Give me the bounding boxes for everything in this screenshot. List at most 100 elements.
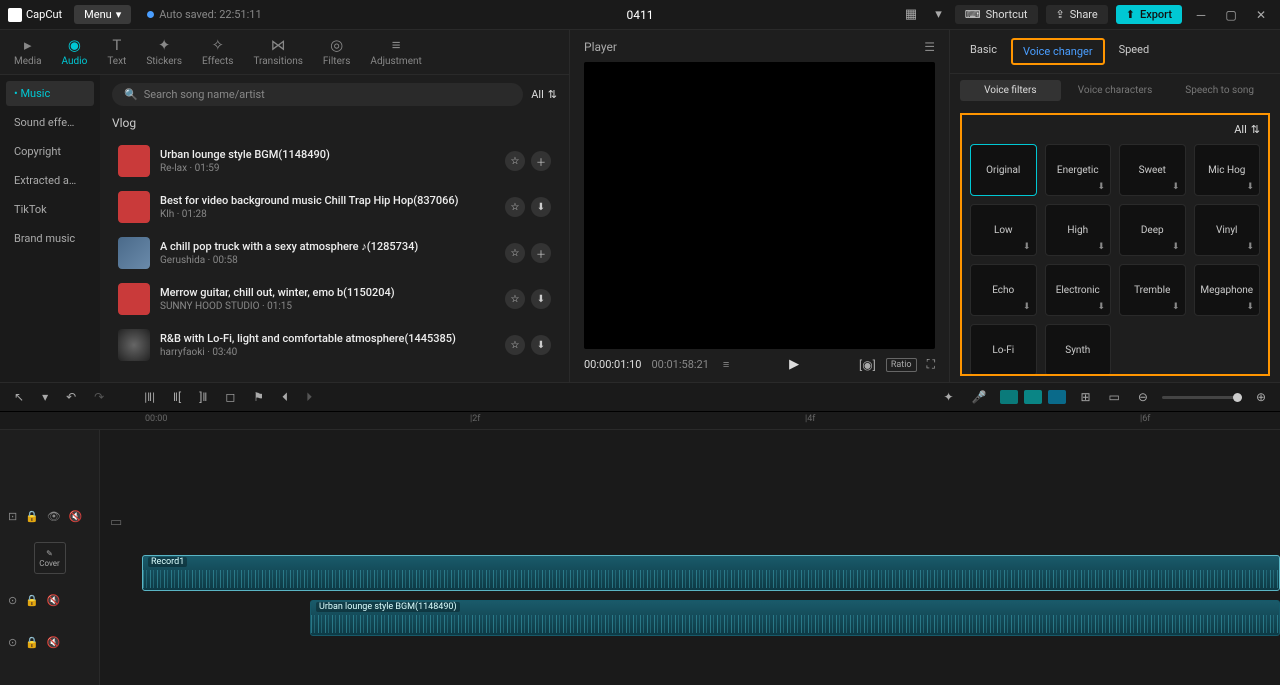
nav-tab-media[interactable]: ▸Media [8, 35, 48, 70]
zoom-out-button[interactable]: ⊖ [1134, 388, 1152, 406]
player-preview[interactable] [584, 62, 935, 349]
voice-mic-hog[interactable]: Mic Hog⬇ [1194, 144, 1261, 196]
close-button[interactable]: ✕ [1250, 4, 1272, 26]
song-item[interactable]: A chill pop truck with a sexy atmosphere… [112, 230, 557, 276]
flag-tool[interactable]: ⏴ [278, 388, 292, 407]
split-right-tool[interactable]: ]‖ [195, 388, 211, 406]
menu-button[interactable]: Menu ▾ [74, 5, 131, 24]
voice-vinyl[interactable]: Vinyl⬇ [1194, 204, 1261, 256]
align-tool[interactable]: ⊞ [1076, 388, 1094, 406]
tracks-area[interactable]: ▭ Record1 Urban lounge style BGM(1148490… [100, 430, 1280, 685]
tab-basic[interactable]: Basic [960, 38, 1007, 65]
minimize-button[interactable]: ─ [1190, 4, 1212, 26]
nav-tab-filters[interactable]: ◎Filters [317, 35, 357, 70]
play-button[interactable]: ▶ [789, 357, 799, 372]
add-button[interactable]: ＋ [531, 243, 551, 263]
lock-icon[interactable]: ⊡ [8, 510, 17, 523]
export-button[interactable]: ⬆ Export [1116, 5, 1182, 24]
nav-tab-transitions[interactable]: ⋈Transitions [247, 35, 308, 70]
lock-icon[interactable]: 🔒 [25, 636, 39, 649]
nav-tab-effects[interactable]: ✧Effects [196, 35, 239, 70]
zoom-thumb[interactable] [1233, 393, 1242, 402]
ratio-button[interactable]: Ratio [886, 358, 917, 372]
voice-deep[interactable]: Deep⬇ [1119, 204, 1186, 256]
voice-synth[interactable]: Synth [1045, 324, 1112, 376]
pointer-tool[interactable]: ↖ [10, 388, 28, 406]
undo-button[interactable]: ↶ [62, 388, 80, 406]
nav-tab-audio[interactable]: ◉Audio [56, 35, 94, 70]
voice-low[interactable]: Low⬇ [970, 204, 1037, 256]
track-mode-c[interactable] [1048, 390, 1066, 404]
tab-speed[interactable]: Speed [1109, 38, 1160, 65]
cat-tiktok[interactable]: TikTok [6, 197, 94, 222]
marker-tool[interactable]: ⚑ [249, 388, 268, 406]
maximize-button[interactable]: ▢ [1220, 4, 1242, 26]
subtab-speech-to-song[interactable]: Speech to song [1169, 80, 1270, 101]
share-button[interactable]: ⇪ Share [1046, 5, 1108, 24]
cat-music[interactable]: Music [6, 81, 94, 106]
all-filter-button[interactable]: All ⇅ [531, 88, 557, 101]
favorite-button[interactable]: ☆ [505, 289, 525, 309]
preview-tool[interactable]: ▭ [1105, 388, 1124, 406]
subtab-voice-filters[interactable]: Voice filters [960, 80, 1061, 101]
download-button[interactable]: ⬇ [531, 197, 551, 217]
collapse-icon[interactable]: ⊙ [8, 594, 17, 607]
voice-energetic[interactable]: Energetic⬇ [1045, 144, 1112, 196]
mute-icon[interactable]: 🔇 [47, 594, 61, 607]
nav-tab-text[interactable]: TText [101, 35, 132, 70]
nav-tab-adjustment[interactable]: ≡Adjustment [364, 35, 427, 70]
track-mode-b[interactable] [1024, 390, 1042, 404]
nav-tab-stickers[interactable]: ✦Stickers [140, 35, 188, 70]
song-item[interactable]: Merrow guitar, chill out, winter, emo b(… [112, 276, 557, 322]
zoom-slider[interactable] [1162, 396, 1242, 399]
clip-bgm[interactable]: Urban lounge style BGM(1148490) [310, 600, 1280, 636]
mute-icon[interactable]: 🔇 [47, 636, 61, 649]
cat-extracted[interactable]: Extracted a… [6, 168, 94, 193]
collapse-icon[interactable]: ⊙ [8, 636, 17, 649]
download-button[interactable]: ⬇ [531, 289, 551, 309]
auto-tool[interactable]: ✦ [939, 388, 957, 406]
eye-icon[interactable]: 👁 [47, 510, 61, 523]
mute-icon[interactable]: 🔇 [69, 510, 83, 523]
cover-button[interactable]: ✎ Cover [34, 542, 66, 574]
cat-brand-music[interactable]: Brand music [6, 226, 94, 251]
voice-sweet[interactable]: Sweet⬇ [1119, 144, 1186, 196]
voice-echo[interactable]: Echo⬇ [970, 264, 1037, 316]
player-menu-icon[interactable]: ☰ [924, 40, 935, 54]
levels-icon[interactable]: ≡ [723, 358, 729, 371]
download-button[interactable]: ⬇ [531, 335, 551, 355]
lock-icon[interactable]: 🔒 [25, 594, 39, 607]
voice-electronic[interactable]: Electronic⬇ [1045, 264, 1112, 316]
search-input[interactable]: 🔍 Search song name/artist [112, 83, 523, 106]
timeline-ruler[interactable]: 00:00 |2f |4f |6f [0, 412, 1280, 430]
mic-tool[interactable]: 🎤 [968, 388, 991, 406]
clip-record1[interactable]: Record1 [142, 555, 1280, 591]
voice-tremble[interactable]: Tremble⬇ [1119, 264, 1186, 316]
song-item[interactable]: Best for video background music Chill Tr… [112, 184, 557, 230]
zoom-in-button[interactable]: ⊕ [1252, 388, 1270, 406]
all-voices-button[interactable]: All ⇅ [1234, 123, 1260, 136]
voice-megaphone[interactable]: Megaphone⬇ [1194, 264, 1261, 316]
snapshot-icon[interactable]: [◉] [859, 358, 876, 372]
add-button[interactable]: ＋ [531, 151, 551, 171]
song-item[interactable]: R&B with Lo-Fi, light and comfortable at… [112, 322, 557, 368]
filmstrip-icon[interactable]: ▭ [110, 515, 122, 530]
voice-lofi[interactable]: Lo-Fi [970, 324, 1037, 376]
cat-copyright[interactable]: Copyright [6, 139, 94, 164]
fullscreen-icon[interactable]: ⛶ [927, 357, 935, 372]
favorite-button[interactable]: ☆ [505, 197, 525, 217]
split-tool[interactable]: |‖| [140, 388, 159, 406]
redo-button[interactable]: ↷ [90, 388, 108, 406]
crop-tool[interactable]: ◻ [221, 388, 239, 406]
track-mode-a[interactable] [1000, 390, 1018, 404]
voice-original[interactable]: Original [970, 144, 1037, 196]
lock-icon[interactable]: 🔒 [25, 510, 39, 523]
voice-high[interactable]: High⬇ [1045, 204, 1112, 256]
shortcut-button[interactable]: ⌨ Shortcut [955, 5, 1038, 24]
favorite-button[interactable]: ☆ [505, 243, 525, 263]
subtab-voice-characters[interactable]: Voice characters [1065, 80, 1166, 101]
favorite-button[interactable]: ☆ [505, 335, 525, 355]
split-left-tool[interactable]: ‖[ [169, 388, 185, 406]
favorite-button[interactable]: ☆ [505, 151, 525, 171]
chevron-down-icon[interactable]: ▾ [38, 388, 52, 406]
